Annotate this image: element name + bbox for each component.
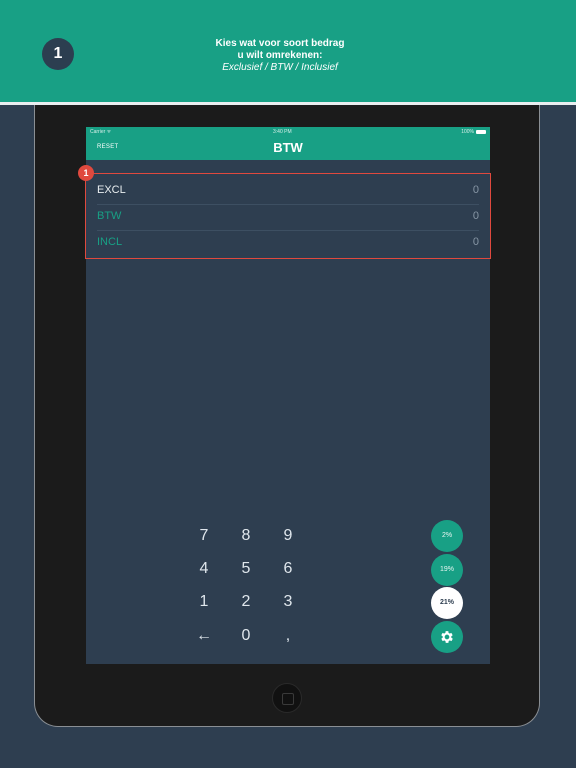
banner-line-1: Kies wat voor soort bedrag — [215, 38, 345, 49]
home-square-icon — [282, 693, 294, 705]
comma-key[interactable]: , — [278, 627, 298, 645]
highlight-badge: 1 — [78, 165, 94, 181]
incl-label: INCL — [97, 236, 123, 248]
status-carrier: Carrier ᯤ — [90, 129, 112, 135]
excl-value: 0 — [472, 184, 479, 196]
gear-icon — [441, 631, 453, 643]
key-8[interactable]: 8 — [236, 527, 256, 545]
rate-21-button[interactable]: 21% — [431, 587, 463, 619]
key-7[interactable]: 7 — [194, 527, 214, 545]
tutorial-banner: 1 Kies wat voor soort bedrag u wilt omre… — [0, 0, 576, 102]
step-number-badge: 1 — [42, 38, 74, 70]
btw-label: BTW — [97, 210, 122, 222]
backspace-key[interactable]: ← — [194, 627, 214, 645]
excl-row[interactable]: EXCL 0 — [97, 179, 479, 203]
home-button[interactable] — [272, 683, 302, 713]
key-2[interactable]: 2 — [236, 593, 256, 611]
banner-line-3: Exclusief / BTW / Inclusief — [222, 62, 338, 73]
btw-value: 0 — [472, 210, 479, 222]
key-3[interactable]: 3 — [278, 593, 298, 611]
app-title: BTW — [273, 140, 303, 155]
excl-label: EXCL — [97, 184, 126, 196]
rate-19-button[interactable]: 19% — [431, 554, 463, 586]
key-9[interactable]: 9 — [278, 527, 298, 545]
key-0[interactable]: 0 — [236, 627, 256, 645]
status-battery-text: 100% — [461, 129, 474, 135]
btw-row[interactable]: BTW 0 — [97, 205, 479, 229]
incl-value: 0 — [472, 236, 479, 248]
banner-instructions: Kies wat voor soort bedrag u wilt omreke… — [150, 38, 410, 74]
key-4[interactable]: 4 — [194, 560, 214, 578]
status-time: 3:40 PM — [273, 129, 292, 135]
rate-2-button[interactable]: 2% — [431, 520, 463, 552]
key-6[interactable]: 6 — [278, 560, 298, 578]
settings-button[interactable] — [431, 621, 463, 653]
key-1[interactable]: 1 — [194, 593, 214, 611]
battery-icon — [476, 130, 486, 134]
key-5[interactable]: 5 — [236, 560, 256, 578]
banner-line-2: u wilt omrekenen: — [237, 50, 323, 61]
app-header: Carrier ᯤ 3:40 PM 100% RESET BTW — [86, 127, 490, 160]
incl-row[interactable]: INCL 0 — [97, 231, 479, 255]
